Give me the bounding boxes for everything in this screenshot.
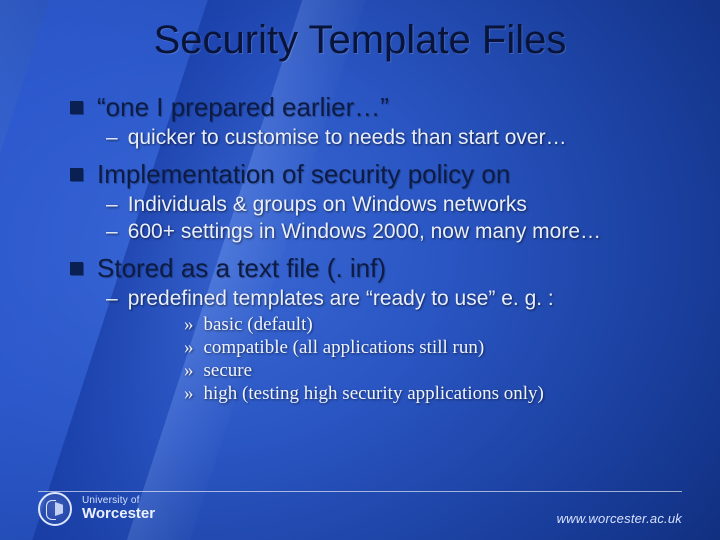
footer-url: www.worcester.ac.uk — [557, 511, 682, 526]
sub-sub-bullet-item: » basic (default) — [184, 314, 690, 336]
sub-bullet-item: – Individuals & groups on Windows networ… — [106, 192, 690, 245]
bullet-text: Implementation of security policy on — [97, 159, 510, 190]
square-bullet-icon — [70, 262, 83, 275]
sub-sub-bullet-item: » secure — [184, 360, 690, 382]
sub-sub-bullet-text: compatible (all applications still run) — [204, 337, 485, 359]
university-logo: University of Worcester — [38, 492, 155, 526]
sub-bullet-text: predefined templates are “ready to use” … — [128, 286, 554, 312]
slide: Security Template Files “one I prepared … — [0, 0, 720, 540]
sub-sub-bullet-text: basic (default) — [204, 314, 313, 336]
sub-sub-bullet-text: secure — [204, 360, 253, 382]
bullet-text: “one I prepared earlier…” — [97, 92, 389, 123]
slide-title: Security Template Files — [0, 18, 720, 63]
square-bullet-icon — [70, 101, 83, 114]
raquo-bullet-icon: » — [184, 337, 194, 359]
bullet-item: “one I prepared earlier…” – quicker to c… — [70, 92, 690, 151]
logo-maintext: Worcester — [82, 506, 155, 522]
slide-footer: University of Worcester www.worcester.ac… — [38, 492, 682, 526]
dash-bullet-icon: – — [106, 192, 118, 218]
sub-sub-bullet-text: high (testing high security applications… — [204, 383, 544, 405]
raquo-bullet-icon: » — [184, 383, 194, 405]
sub-bullet-text: 600+ settings in Windows 2000, now many … — [128, 219, 601, 245]
raquo-bullet-icon: » — [184, 314, 194, 336]
slide-content: “one I prepared earlier…” – quicker to c… — [70, 92, 690, 413]
crest-icon — [38, 492, 72, 526]
dash-bullet-icon: – — [106, 286, 118, 312]
square-bullet-icon — [70, 168, 83, 181]
dash-bullet-icon: – — [106, 219, 118, 245]
bullet-item: Stored as a text file (. inf) – predefin… — [70, 253, 690, 405]
sub-sub-bullet-item: » high (testing high security applicatio… — [184, 383, 690, 405]
bullet-text: Stored as a text file (. inf) — [97, 253, 386, 284]
dash-bullet-icon: – — [106, 125, 118, 151]
sub-bullet-item: – quicker to customise to needs than sta… — [106, 125, 690, 151]
sub-bullet-text: Individuals & groups on Windows networks — [128, 192, 527, 218]
bullet-item: Implementation of security policy on – I… — [70, 159, 690, 245]
sub-sub-bullet-list: » basic (default) » compatible (all appl… — [184, 314, 690, 405]
sub-bullet-item: – predefined templates are “ready to use… — [106, 286, 690, 405]
sub-sub-bullet-item: » compatible (all applications still run… — [184, 337, 690, 359]
sub-bullet-text: quicker to customise to needs than start… — [128, 125, 567, 151]
raquo-bullet-icon: » — [184, 360, 194, 382]
